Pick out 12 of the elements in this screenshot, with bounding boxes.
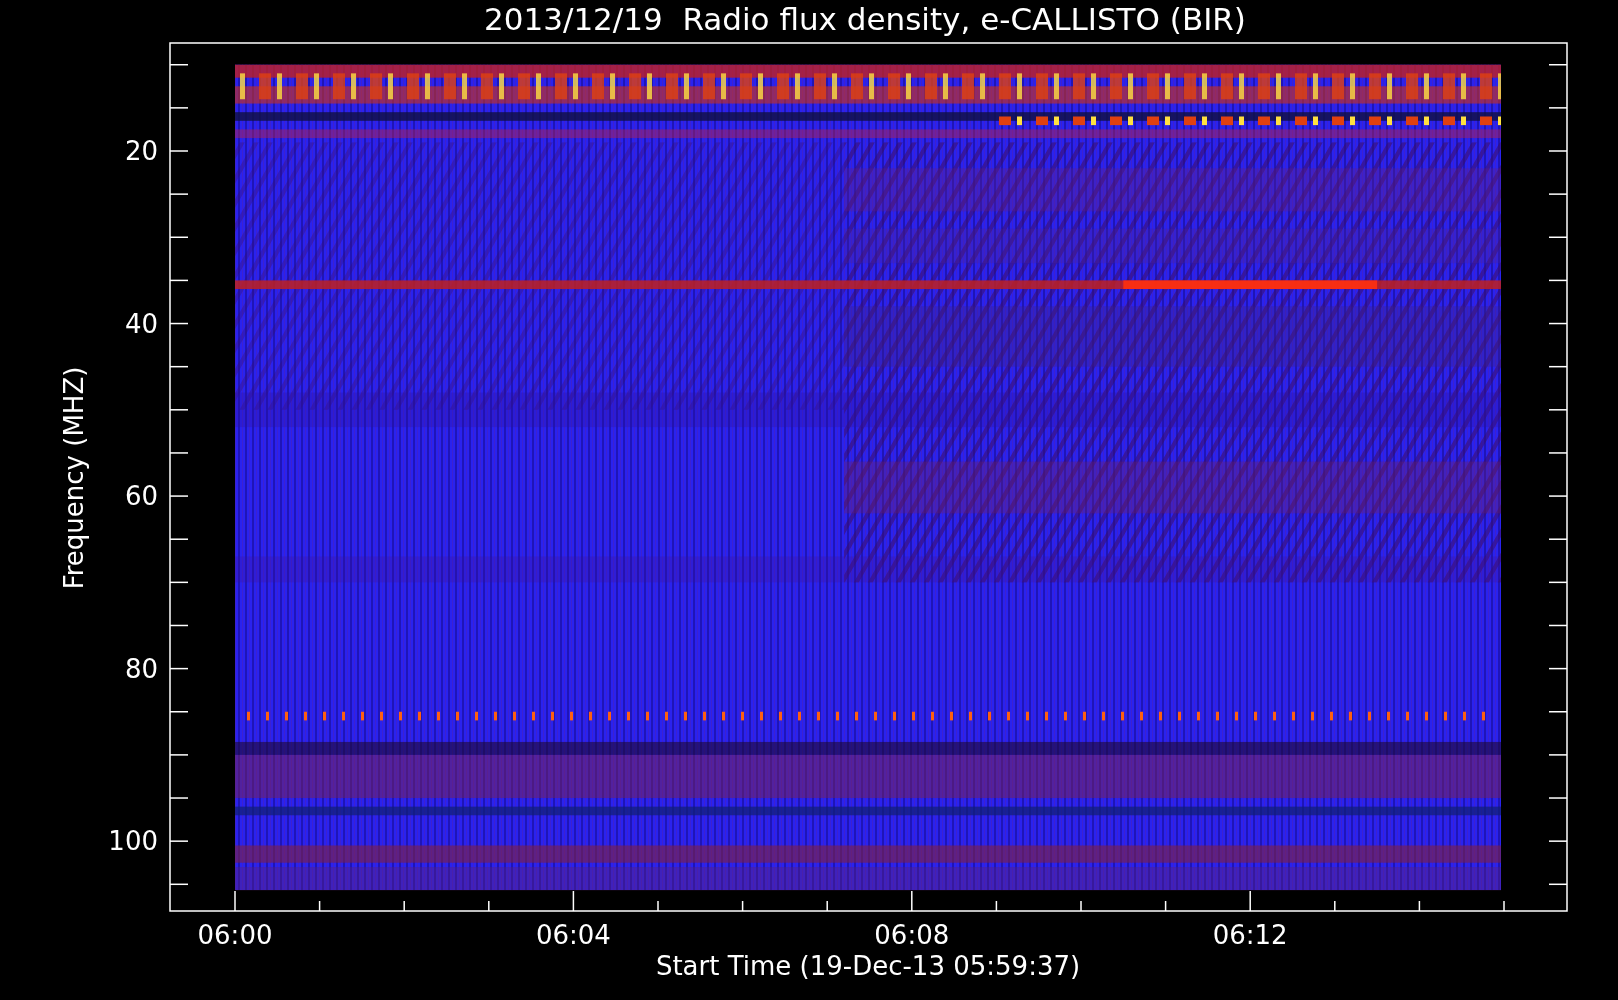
x-tick-label: 06:12: [1212, 920, 1288, 950]
x-tick-label: 06:04: [535, 920, 611, 950]
y-axis-label: Frequency (MHZ): [59, 366, 89, 590]
y-tick-label: 80: [124, 653, 158, 684]
y-tick-label: 100: [108, 826, 158, 857]
x-tick-label: 06:00: [197, 920, 273, 950]
x-axis-label: Start Time (19-Dec-13 05:59:37): [655, 951, 1081, 981]
y-tick-label: 20: [124, 136, 158, 166]
y-tick-label: 40: [124, 308, 158, 339]
y-tick-label: 60: [124, 481, 158, 512]
chart-title: 2013/12/19 Radio flux density, e-CALLISTO (BIR): [484, 1, 1246, 37]
x-tick-label: 06:08: [874, 920, 950, 950]
